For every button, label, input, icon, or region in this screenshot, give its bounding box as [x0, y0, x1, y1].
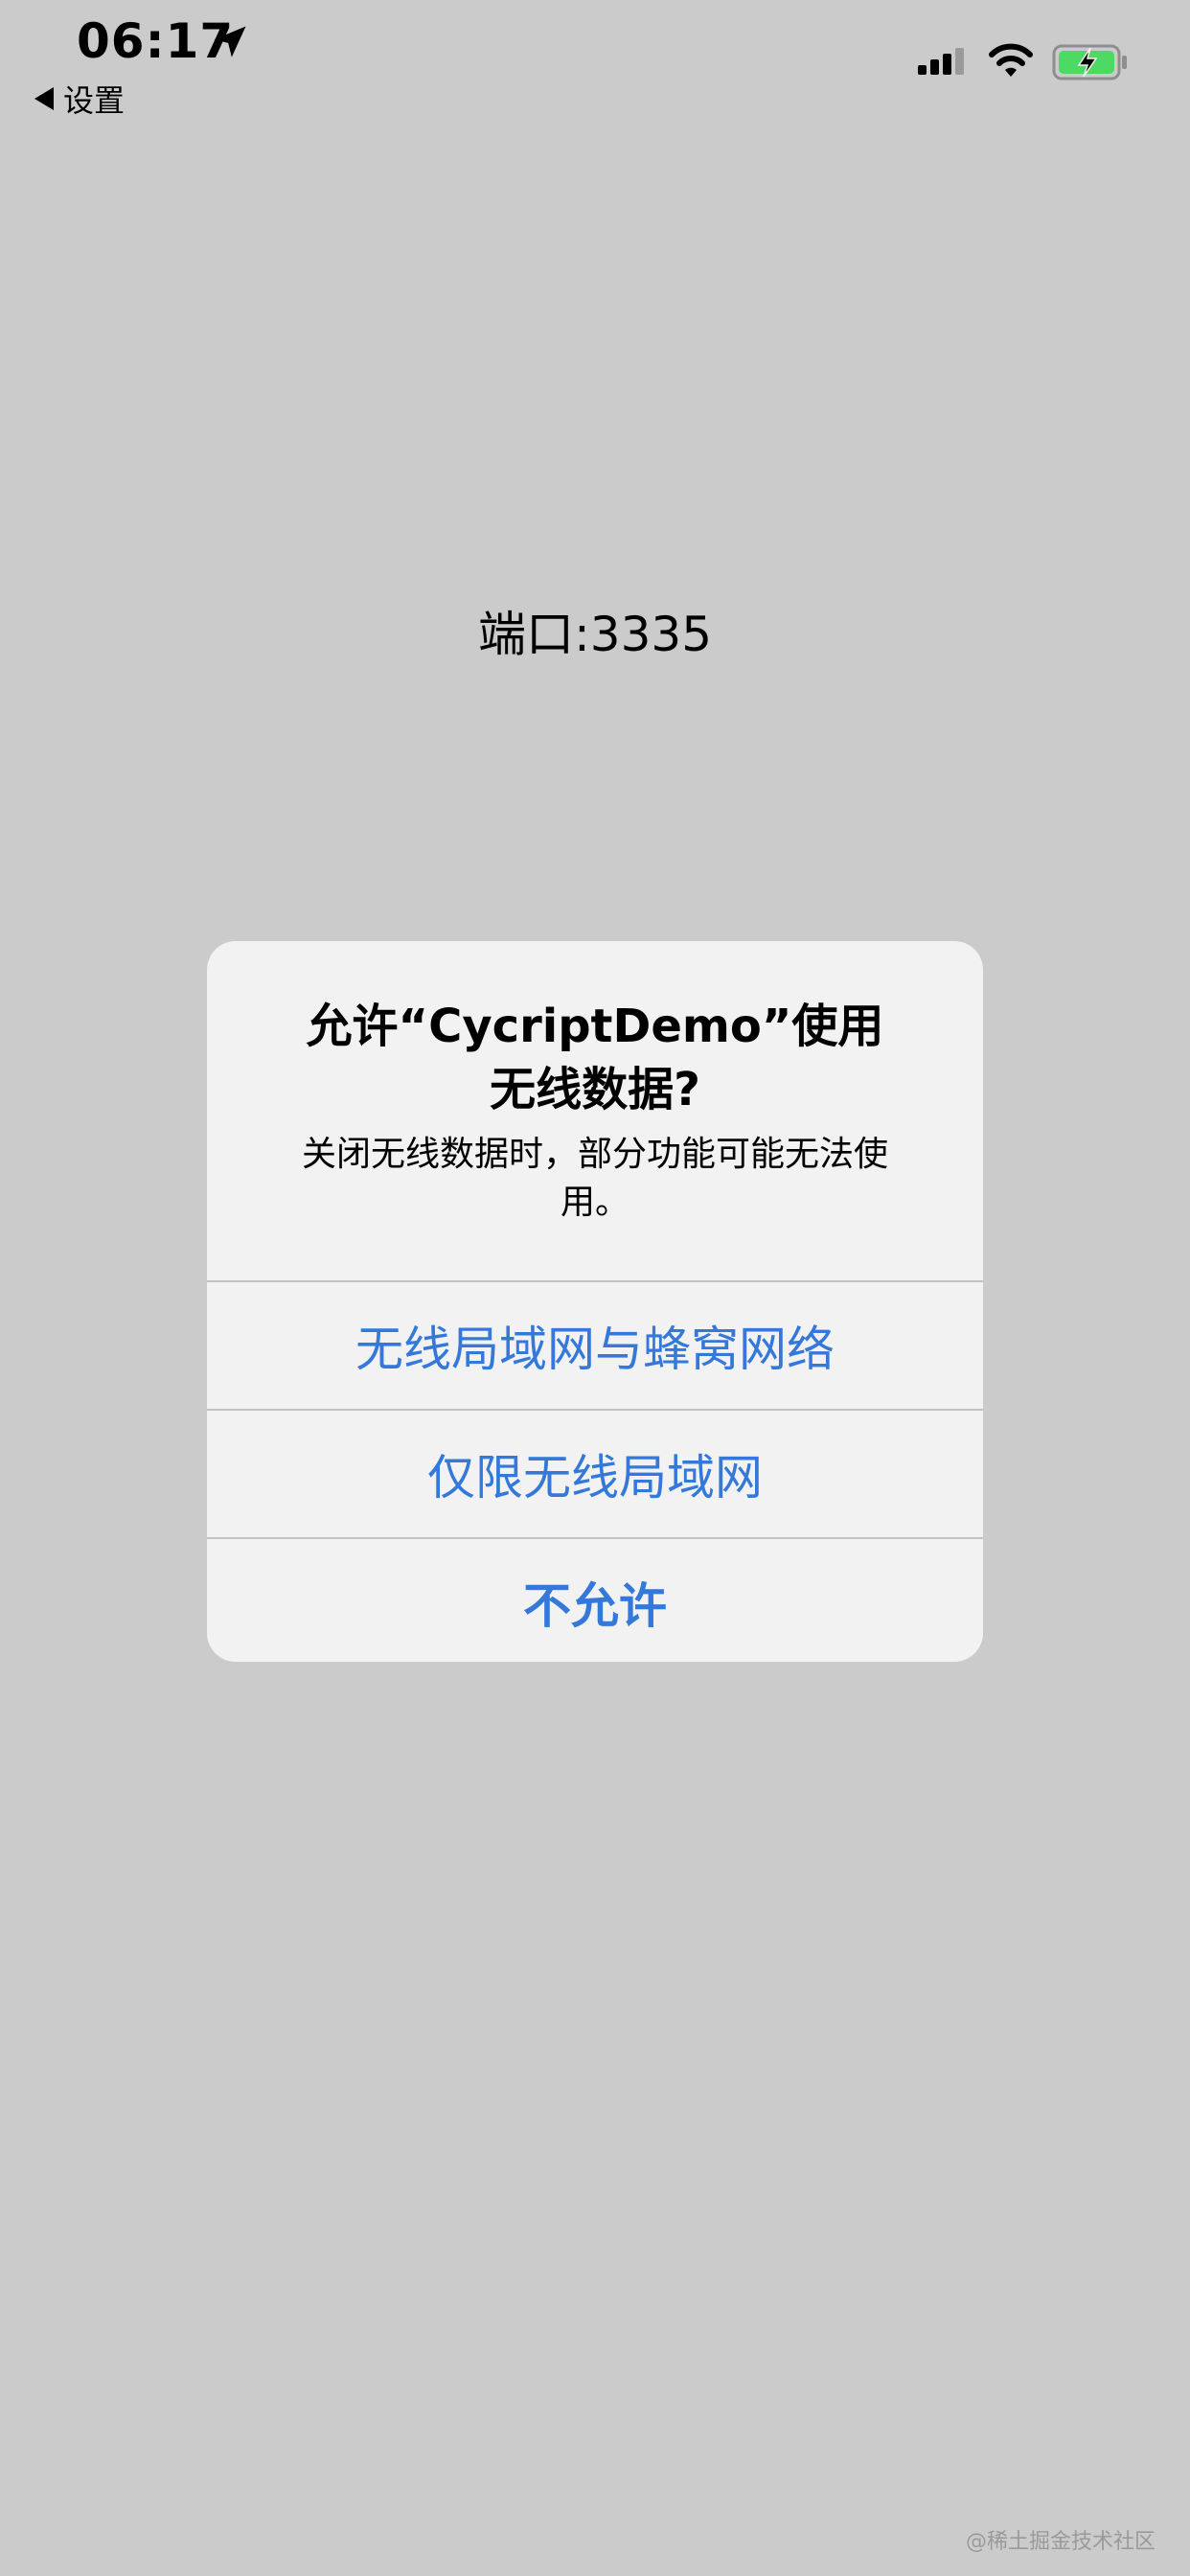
alert-title: 允许“CycriptDemo”使用无线数据? — [306, 1000, 884, 1116]
screen: 06:17 设置 端口:3335 允许“CycriptDemo”使用无线数据? … — [0, 0, 1190, 2576]
back-to-settings-link[interactable]: 设置 — [34, 77, 125, 121]
alert-message: 关闭无线数据时，部分功能可能无法使用。 — [301, 1135, 888, 1222]
location-arrow-icon — [214, 26, 246, 58]
cellular-signal-icon — [918, 48, 964, 75]
dont-allow-button[interactable]: 不允许 — [207, 1537, 983, 1662]
wlan-and-cellular-button[interactable]: 无线局域网与蜂窝网络 — [207, 1280, 983, 1409]
wlan-only-button[interactable]: 仅限无线局域网 — [207, 1409, 983, 1537]
watermark: @稀土掘金技术社区 — [965, 2530, 1156, 2554]
alert-body: 允许“CycriptDemo”使用无线数据? 关闭无线数据时，部分功能可能无法使… — [207, 941, 983, 1280]
wireless-data-permission-alert: 允许“CycriptDemo”使用无线数据? 关闭无线数据时，部分功能可能无法使… — [207, 941, 983, 1662]
wifi-icon — [989, 43, 1033, 77]
back-triangle-icon — [34, 87, 54, 110]
battery-charging-icon — [1052, 44, 1127, 80]
back-label: 设置 — [63, 82, 126, 119]
port-label: 端口:3335 — [477, 607, 713, 662]
